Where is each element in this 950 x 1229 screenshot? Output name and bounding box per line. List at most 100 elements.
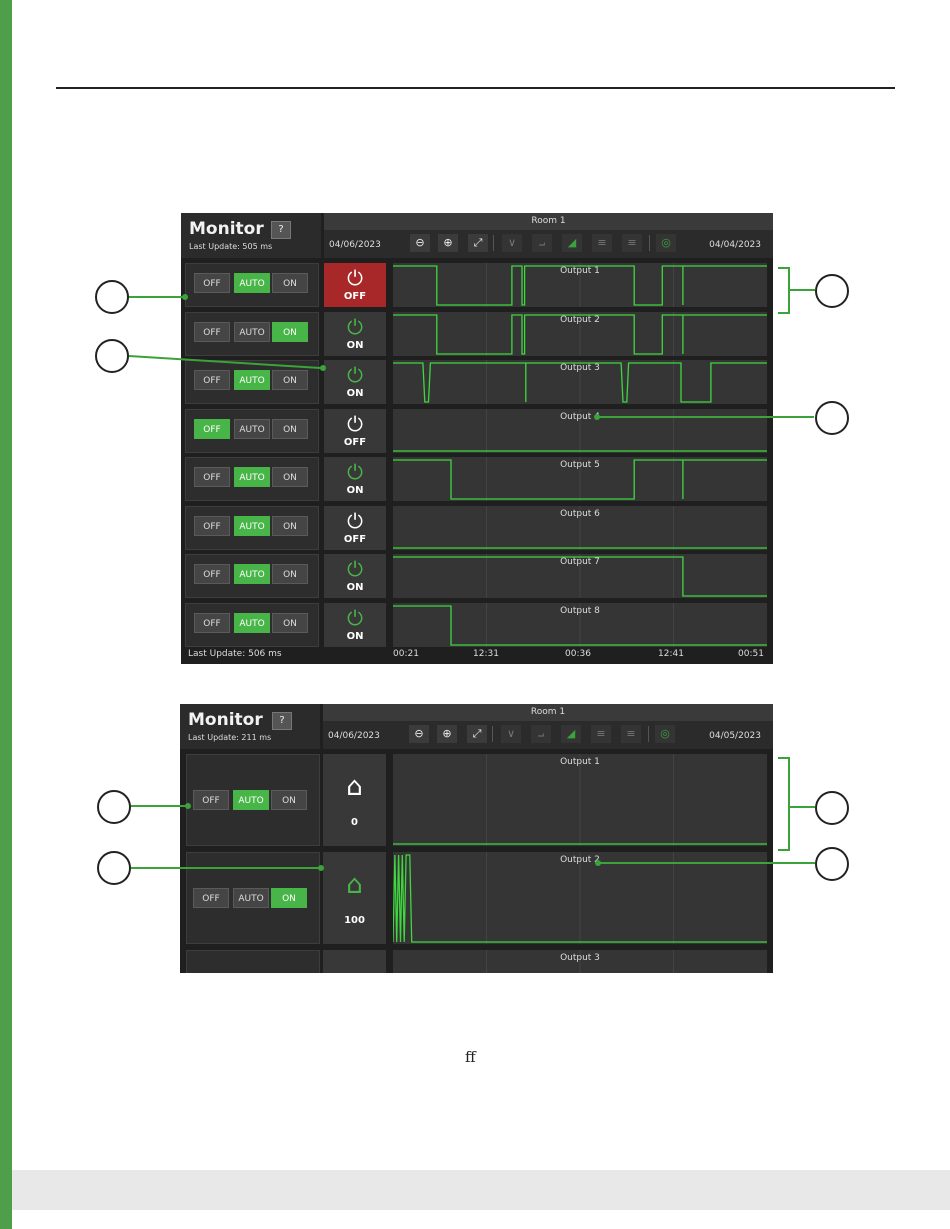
mode-off-button[interactable]: OFF [194,516,230,536]
mode-auto-button[interactable]: AUTO [234,419,270,439]
legend-icon[interactable]: ≡ [622,234,642,252]
callout-leader-dot [182,294,188,300]
mode-auto-button[interactable]: AUTO [234,564,270,584]
output-status-cell[interactable]: ⏻ ON [324,457,386,501]
mode-off-button[interactable]: OFF [193,790,229,810]
callout-leader-dot [318,865,324,871]
output-chart-svg [393,852,767,944]
help-button[interactable]: ? [272,712,292,730]
chart-step-icon[interactable]: ⨼ [532,234,552,252]
output-value-text: 0 [351,817,358,828]
mode-on-button[interactable]: ON [272,613,308,633]
chart-area-icon[interactable]: ◢ [561,725,581,743]
x-axis-tick-label: 12:31 [473,649,499,659]
mode-auto-button[interactable]: AUTO [234,322,270,342]
mode-on-button[interactable]: ON [272,419,308,439]
mode-on-button[interactable]: ON [272,370,308,390]
zoom-out-icon[interactable]: ⊖ [410,234,430,252]
mode-on-button[interactable]: ON [272,322,308,342]
power-icon: ⏻ [347,412,363,436]
power-icon: ⏻ [347,509,363,533]
camera-icon[interactable]: ◎ [656,234,676,252]
chart-line-icon[interactable]: ∨ [501,725,521,743]
output-status-cell[interactable]: ⌂ 100 [323,852,386,944]
power-icon: ⏻ [347,460,363,484]
mode-on-button[interactable]: ON [272,273,308,293]
mode-on-button[interactable]: ON [272,564,308,584]
fit-icon[interactable]: ⤢ [467,725,487,743]
output-chart-svg [393,754,767,846]
callout-bracket [778,757,790,851]
output-chart: Output 3 [393,950,767,973]
monitor-screenshot-1: Monitor ? Last Update: 505 ms Room 1 04/… [181,213,773,664]
mode-auto-button[interactable]: AUTO [234,467,270,487]
mode-auto-button[interactable]: AUTO [234,273,270,293]
date-right[interactable]: 04/04/2023 [709,240,761,250]
date-right[interactable]: 04/05/2023 [709,731,761,741]
x-axis-tick-label: 00:51 [738,649,764,659]
date-left[interactable]: 04/06/2023 [329,240,381,250]
output-status-text: ON [346,582,364,593]
callout-leader-line [598,416,814,418]
chart-line-icon[interactable]: ∨ [502,234,522,252]
output-chart-title: Output 2 [560,315,600,325]
mode-off-button[interactable]: OFF [194,467,230,487]
output-status-cell[interactable]: ⏻ ON [324,360,386,404]
mode-auto-button[interactable]: AUTO [233,888,269,908]
mode-auto-button[interactable]: AUTO [234,613,270,633]
last-update-bottom: Last Update: 506 ms [188,649,282,659]
output-chart-title: Output 3 [560,363,600,373]
zoom-in-icon[interactable]: ⊕ [438,234,458,252]
output-status-cell[interactable]: ⏻ ON [324,312,386,356]
mode-off-button[interactable]: OFF [193,888,229,908]
camera-icon[interactable]: ◎ [655,725,675,743]
output-status-cell[interactable]: ⏻ OFF [324,409,386,453]
mode-auto-button[interactable]: AUTO [234,516,270,536]
last-update-top: Last Update: 211 ms [188,733,272,742]
mode-off-button[interactable]: OFF [194,419,230,439]
toolbar-separator [649,235,650,251]
mode-auto-button[interactable]: AUTO [233,790,269,810]
list-icon[interactable]: ≡ [592,234,612,252]
output-status-text: OFF [343,291,367,302]
list-icon[interactable]: ≡ [591,725,611,743]
mode-auto-button[interactable]: AUTO [234,370,270,390]
output-chart: Output 1 [393,754,767,846]
mode-off-button[interactable]: OFF [194,613,230,633]
monitor-title: Monitor [188,710,263,730]
mode-off-button[interactable]: OFF [194,322,230,342]
mode-off-button[interactable]: OFF [194,564,230,584]
callout-marker [815,401,849,435]
zoom-out-icon[interactable]: ⊖ [409,725,429,743]
output-status-cell[interactable]: ⏻ OFF [324,506,386,550]
callout-leader-line [789,289,815,291]
mode-off-button[interactable]: OFF [194,273,230,293]
output-status-cell[interactable] [323,950,386,973]
mode-on-button[interactable]: ON [271,888,307,908]
mode-on-button[interactable]: ON [272,467,308,487]
callout-marker [815,791,849,825]
output-status-text: ON [346,631,364,642]
mode-on-button[interactable]: ON [271,790,307,810]
mode-on-button[interactable]: ON [272,516,308,536]
mode-off-button[interactable]: OFF [194,370,230,390]
callout-leader-line [131,805,187,807]
output-status-cell[interactable]: ⏻ OFF [324,263,386,307]
output-status-cell[interactable]: ⏻ ON [324,603,386,647]
chart-area-icon[interactable]: ◢ [562,234,582,252]
toolbar-separator [492,726,493,742]
fit-icon[interactable]: ⤢ [468,234,488,252]
help-button[interactable]: ? [271,221,291,239]
callout-marker [815,847,849,881]
output-status-cell[interactable]: ⌂ 0 [323,754,386,846]
callout-marker [97,790,131,824]
power-icon: ⏻ [347,266,363,290]
output-chart: Output 1 [393,263,767,307]
output-control-cell [186,950,320,973]
output-status-cell[interactable]: ⏻ ON [324,554,386,598]
legend-icon[interactable]: ≡ [621,725,641,743]
output-status-text: OFF [343,437,367,448]
date-left[interactable]: 04/06/2023 [328,731,380,741]
chart-step-icon[interactable]: ⨼ [531,725,551,743]
zoom-in-icon[interactable]: ⊕ [437,725,457,743]
